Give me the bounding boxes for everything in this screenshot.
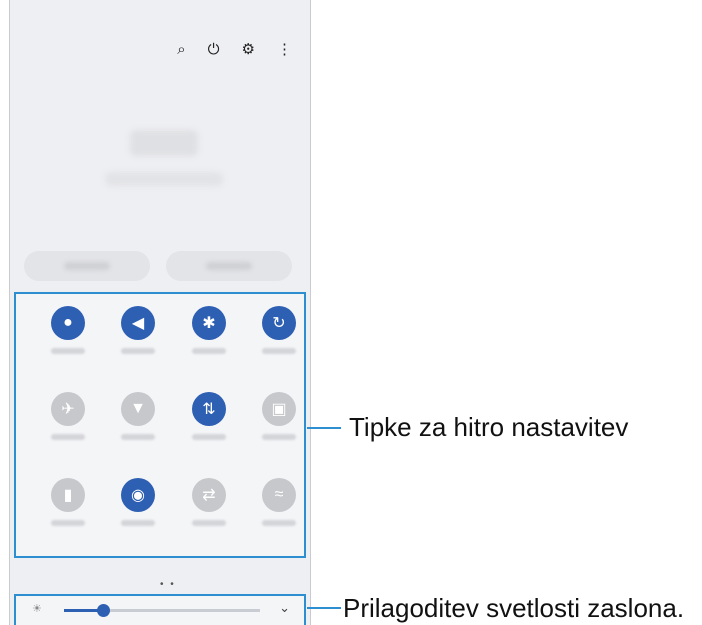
- chevron-down-icon[interactable]: ⌄: [279, 600, 290, 616]
- wifi-icon: ●: [51, 306, 85, 340]
- quick-tile-wifi[interactable]: ●: [33, 306, 103, 386]
- quick-tile-nearby-share[interactable]: ≈: [244, 478, 314, 558]
- quick-tile-label: [121, 348, 155, 354]
- quick-tile-label: [121, 434, 155, 440]
- top-icon-bar: ⌕ ⏻ ⚙ ⋮: [177, 40, 292, 59]
- gear-icon[interactable]: ⚙: [242, 40, 255, 58]
- nearby-share-icon: ≈: [262, 478, 296, 512]
- torch-icon: ▼: [121, 392, 155, 426]
- device-control-button[interactable]: [24, 251, 150, 281]
- quick-share-icon: ⇄: [192, 478, 226, 512]
- page-indicator: • •: [160, 579, 176, 590]
- clock-blurred: [130, 130, 198, 156]
- power-saving-icon: ▮: [51, 478, 85, 512]
- quick-tile-quick-share[interactable]: ⇄: [174, 478, 244, 558]
- callout-brightness: Prilagoditev svetlosti zaslona.: [343, 593, 685, 623]
- quick-tile-label: [262, 348, 296, 354]
- brightness-slider[interactable]: [64, 604, 260, 617]
- bluetooth-icon: ✱: [192, 306, 226, 340]
- quick-tile-sound[interactable]: ◀: [103, 306, 173, 386]
- quick-tile-torch[interactable]: ▼: [103, 392, 173, 472]
- callout-line-quick-settings: [307, 427, 341, 429]
- airplane-icon: ✈: [51, 392, 85, 426]
- quick-tile-label: [192, 520, 226, 526]
- quick-tile-label: [192, 348, 226, 354]
- sun-icon: ☀: [32, 603, 42, 615]
- quick-tile-label: [51, 348, 85, 354]
- callout-quick-settings: Tipke za hitro nastavitev: [349, 412, 629, 442]
- auto-rotate-icon: ↻: [262, 306, 296, 340]
- quick-tile-label: [192, 434, 226, 440]
- search-icon[interactable]: ⌕: [177, 41, 185, 58]
- quick-tile-label: [121, 520, 155, 526]
- more-vert-icon[interactable]: ⋮: [277, 40, 292, 58]
- location-icon: ◉: [121, 478, 155, 512]
- quick-tile-location[interactable]: ◉: [103, 478, 173, 558]
- quick-tile-bluetooth[interactable]: ✱: [174, 306, 244, 386]
- quick-tile-power-saving[interactable]: ▮: [33, 478, 103, 558]
- quick-tile-label: [262, 434, 296, 440]
- quick-tile-label: [51, 520, 85, 526]
- brightness-slider-thumb[interactable]: [97, 604, 111, 617]
- quick-tile-auto-rotate[interactable]: ↻: [244, 306, 314, 386]
- power-icon[interactable]: ⏻: [208, 41, 220, 58]
- quick-tile-mobile-data[interactable]: ⇅: [174, 392, 244, 472]
- mobile-data-icon: ⇅: [192, 392, 226, 426]
- quick-tile-mobile-hotspot[interactable]: ▣: [244, 392, 314, 472]
- quick-tile-label: [51, 434, 85, 440]
- quick-settings-grid: ● ◀ ✱ ↻ ✈ ▼ ⇅ ▣ ▮ ◉ ⇄ ≈: [14, 292, 306, 558]
- callout-line-brightness: [307, 607, 341, 609]
- media-output-button[interactable]: [166, 251, 292, 281]
- quick-tile-airplane[interactable]: ✈: [33, 392, 103, 472]
- brightness-bar: ☀ ⌄: [14, 594, 306, 625]
- quick-tile-label: [262, 520, 296, 526]
- mobile-hotspot-icon: ▣: [262, 392, 296, 426]
- date-blurred: [105, 172, 223, 186]
- sound-icon: ◀: [121, 306, 155, 340]
